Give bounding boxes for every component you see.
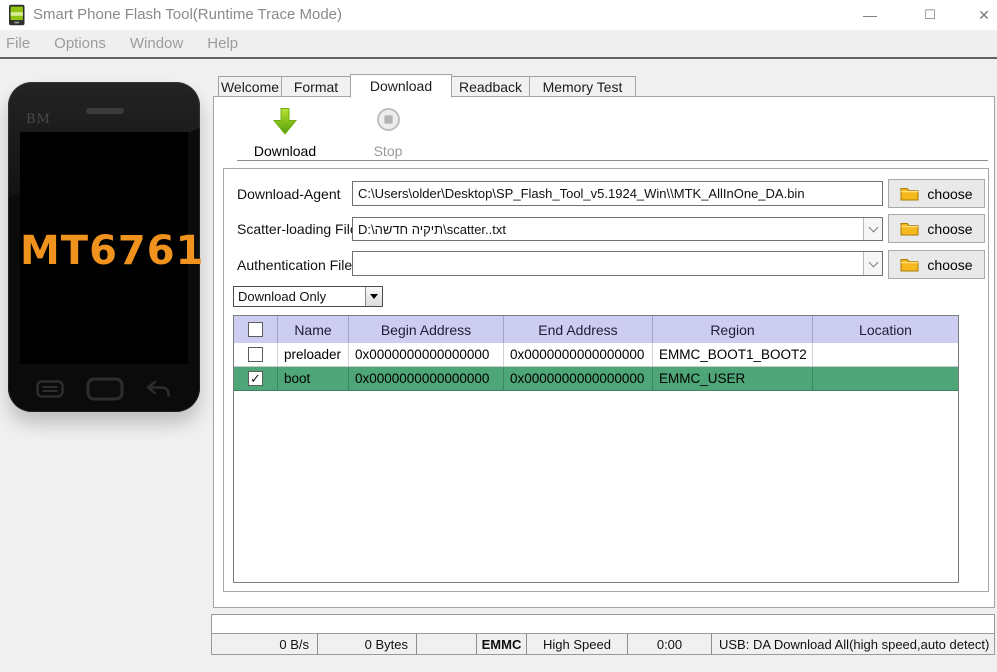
maximize-button[interactable]: ☐ [912, 0, 948, 30]
menu-window[interactable]: Window [118, 35, 195, 52]
cell-begin-address: 0x0000000000000000 [349, 367, 504, 390]
tab-memory-test[interactable]: Memory Test [529, 76, 636, 97]
table-row-boot[interactable]: ✓ boot 0x0000000000000000 0x000000000000… [234, 367, 958, 391]
cell-name: boot [278, 367, 349, 390]
progress-bar [212, 615, 994, 634]
auth-file-label: Authentication File [237, 257, 353, 273]
menu-help[interactable]: Help [195, 35, 250, 52]
auth-file-combobox[interactable] [352, 251, 883, 276]
header-end-address[interactable]: End Address [504, 316, 653, 343]
download-button-label: Download [253, 143, 317, 159]
status-bytes: 0 Bytes [318, 634, 417, 654]
header-region[interactable]: Region [653, 316, 813, 343]
close-button[interactable]: ✕ [966, 0, 997, 30]
folder-icon [900, 223, 919, 236]
phone-home-icon [86, 377, 123, 401]
phone-brand-label: BM [26, 112, 51, 127]
download-agent-value: C:\Users\older\Desktop\SP_Flash_Tool_v5.… [358, 186, 805, 201]
header-select-all[interactable] [234, 316, 278, 343]
header-name[interactable]: Name [278, 316, 349, 343]
stop-icon [376, 108, 400, 131]
header-begin-address[interactable]: Begin Address [349, 316, 504, 343]
triangle-down-icon [370, 294, 378, 299]
chevron-down-icon [868, 222, 878, 233]
flash-mode-value: Download Only [238, 289, 327, 304]
stop-button-label: Stop [373, 143, 403, 159]
row-checkbox-cell[interactable]: ✓ [234, 367, 278, 390]
tab-download[interactable]: Download [350, 74, 452, 98]
folder-icon [900, 259, 919, 272]
phone-screen: MT6761 [20, 132, 205, 364]
scatter-file-label: Scatter-loading File [237, 221, 358, 237]
download-button[interactable]: Download [240, 107, 330, 159]
menu-file[interactable]: File [0, 35, 42, 52]
boot-checkbox[interactable]: ✓ [248, 371, 263, 386]
scatter-file-value: D:\תיקיה חדשה\scatter..txt [358, 221, 506, 237]
choose-button-label: choose [927, 256, 973, 273]
tab-welcome[interactable]: Welcome [218, 76, 282, 97]
header-location[interactable]: Location [813, 316, 958, 343]
flash-mode-select[interactable]: Download Only [233, 286, 383, 307]
cell-location [813, 343, 958, 366]
status-storage-type: EMMC [477, 634, 527, 654]
status-elapsed-time: 0:00 [628, 634, 712, 654]
scatter-file-choose-button[interactable]: choose [888, 214, 985, 243]
scatter-file-combobox[interactable]: D:\תיקיה חדשה\scatter..txt [352, 217, 883, 241]
download-arrow-icon [272, 108, 298, 135]
chevron-down-icon [868, 257, 878, 267]
phone-speaker [86, 108, 124, 114]
flash-mode-dropdown-button[interactable] [365, 287, 382, 306]
table-row-preloader[interactable]: preloader 0x0000000000000000 0x000000000… [234, 343, 958, 367]
row-checkbox-cell[interactable] [234, 343, 278, 366]
download-agent-input[interactable]: C:\Users\older\Desktop\SP_Flash_Tool_v5.… [352, 181, 883, 206]
status-speed: 0 B/s [212, 634, 318, 654]
cell-region: EMMC_BOOT1_BOOT2 [653, 343, 813, 366]
download-agent-label: Download-Agent [237, 186, 341, 202]
cell-end-address: 0x0000000000000000 [504, 367, 653, 390]
chipset-label: MT6761 [20, 228, 205, 274]
cell-region: EMMC_USER [653, 367, 813, 390]
cell-location [813, 367, 958, 390]
status-cells: 0 B/s 0 Bytes EMMC High Speed 0:00 USB: … [212, 634, 994, 654]
app-logo-icon [9, 4, 25, 26]
toolbar-separator [237, 160, 988, 161]
app-window: Smart Phone Flash Tool(Runtime Trace Mod… [0, 0, 997, 672]
auth-dropdown-arrow[interactable] [863, 252, 882, 275]
status-spare [417, 634, 477, 654]
table-header-row: Name Begin Address End Address Region Lo… [234, 316, 958, 343]
tab-readback[interactable]: Readback [451, 76, 530, 97]
folder-icon [900, 188, 919, 201]
download-agent-choose-button[interactable]: choose [888, 179, 985, 208]
scatter-dropdown-arrow[interactable] [863, 218, 882, 240]
menu-options[interactable]: Options [42, 35, 118, 52]
preloader-checkbox[interactable] [248, 347, 263, 362]
phone-nav-buttons [8, 374, 200, 404]
partition-table: Name Begin Address End Address Region Lo… [233, 315, 959, 583]
cell-begin-address: 0x0000000000000000 [349, 343, 504, 366]
tab-format[interactable]: Format [281, 76, 351, 97]
phone-menu-icon [36, 380, 64, 398]
window-title: Smart Phone Flash Tool(Runtime Trace Mod… [33, 6, 343, 23]
choose-button-label: choose [927, 185, 973, 202]
phone-back-icon [146, 380, 170, 397]
select-all-checkbox[interactable] [248, 322, 263, 337]
phone-image: BM MT6761 [8, 82, 205, 412]
minimize-button[interactable]: — [852, 0, 888, 30]
status-bar: 0 B/s 0 Bytes EMMC High Speed 0:00 USB: … [211, 614, 995, 655]
cell-end-address: 0x0000000000000000 [504, 343, 653, 366]
stop-button[interactable]: Stop [343, 107, 433, 159]
cell-name: preloader [278, 343, 349, 366]
menu-bar: File Options Window Help [0, 30, 997, 59]
choose-button-label: choose [927, 220, 973, 237]
status-link-speed: High Speed [527, 634, 628, 654]
status-usb-mode: USB: DA Download All(high speed,auto det… [719, 636, 990, 652]
auth-file-choose-button[interactable]: choose [888, 250, 985, 279]
